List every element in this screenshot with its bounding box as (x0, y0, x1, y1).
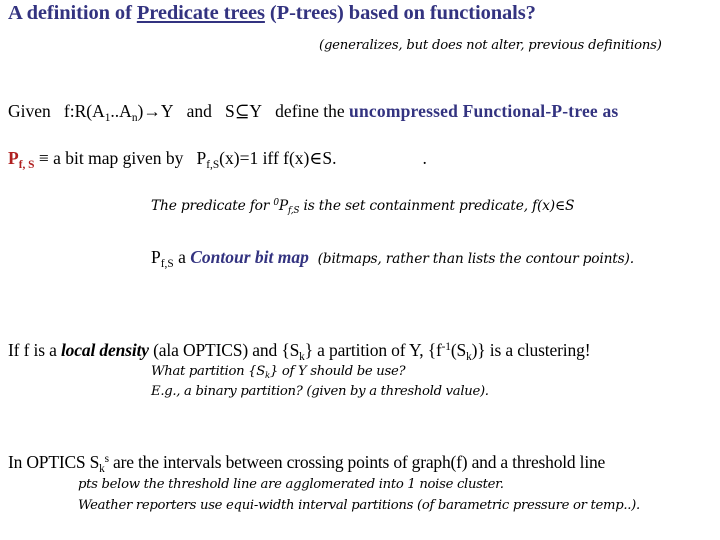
local-mid1: (ala OPTICS) and {S (148, 340, 300, 360)
question-before: What partition {S (151, 364, 265, 379)
title-suffix: (P-trees) based on functionals? (264, 2, 536, 24)
contour-bit-map-term: Contour bit map (190, 247, 309, 267)
pfs-sub: f, S (18, 158, 35, 171)
noise-cluster-note: pts below the threshold line are agglome… (78, 477, 504, 492)
predicate-p: P (278, 198, 288, 214)
function-signature: f:R(A1..An)→Y (63, 101, 174, 124)
pfs-p-inline: P (196, 148, 207, 168)
contour-sub: f,S (160, 257, 174, 270)
pfs-definition-line: Pf, S ≡ a bit map given by Pf,S(x)=1 iff… (8, 148, 427, 171)
local-mid2: } a partition of Y, {f (304, 340, 442, 360)
optics-after: are the intervals between crossing point… (108, 452, 606, 472)
local-before: If f is a (8, 340, 61, 360)
contour-p: P (151, 247, 161, 267)
func-dots: ..A (110, 101, 132, 121)
optics-line: In OPTICS Sks are the intervals between … (8, 452, 606, 475)
predicate-sub: f,S (287, 206, 300, 217)
func-suffix: )→Y (137, 101, 174, 121)
pfs-p: P (8, 148, 19, 168)
pfs-inline-sub: f,S (206, 158, 220, 171)
title-predicate-trees: Predicate trees (136, 2, 265, 24)
optics-before: In OPTICS S (8, 452, 100, 472)
binary-partition-example: E.g., a binary partition? (given by a th… (151, 384, 489, 399)
and-word: and (186, 101, 212, 121)
optics-sub-k: k (99, 462, 105, 475)
weather-reporters-note: Weather reporters use equi-width interva… (78, 498, 640, 513)
local-mid3: (S (450, 340, 467, 360)
question-after: } of Y should be use? (269, 364, 406, 379)
slide-title: A definition of Predicate trees (P-trees… (8, 2, 536, 25)
pfs-condition: (x)=1 iff f(x)∈S. (219, 148, 337, 168)
trailing-dot: . (422, 148, 427, 168)
local-density-line: If f is a local density (ala OPTICS) and… (8, 340, 591, 363)
predicate-before: The predicate for (151, 198, 274, 214)
func-prefix: f:R(A (63, 101, 105, 121)
contour-a: a (173, 247, 191, 267)
title-prefix: A definition of (8, 2, 137, 24)
local-sup-inverse: -1 (441, 340, 451, 353)
local-after: )} is a clustering! (471, 340, 591, 360)
given-line: Given f:R(A1..An)→Y and S⊆Y define the u… (8, 101, 619, 124)
given-word: Given (8, 101, 51, 121)
predicate-after: is the set containment predicate, f(x)∈S (299, 198, 575, 214)
subtitle: (generalizes, but does not alter, previo… (319, 38, 662, 53)
define-text: define the (275, 101, 350, 121)
predicate-line: The predicate for 0Pf,S is the set conta… (151, 198, 575, 217)
uncompressed-fptree-term: uncompressed Functional-P-tree as (349, 101, 619, 121)
subset-expr: S⊆Y (225, 101, 263, 121)
pfs-symbol: Pf, S (8, 148, 35, 171)
partition-question: What partition {Sk} of Y should be use? (151, 364, 406, 380)
local-density-term: local density (60, 340, 149, 360)
contour-paren-note: (bitmaps, rather than lists the contour … (317, 251, 634, 267)
contour-line: Pf,S a Contour bit map (bitmaps, rather … (151, 247, 634, 270)
equiv-text: ≡ a bit map given by (34, 148, 184, 168)
